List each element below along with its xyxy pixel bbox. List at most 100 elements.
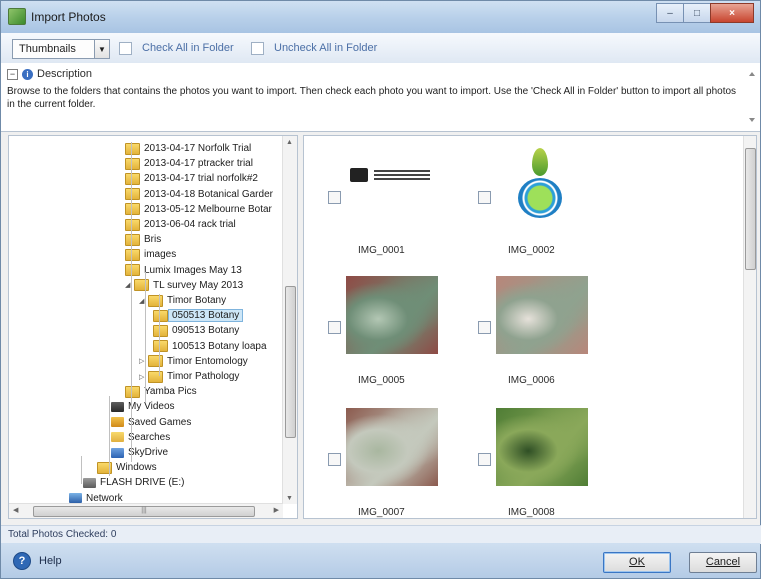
description-header[interactable]: − i Description xyxy=(7,66,92,82)
photo-thumbnail[interactable] xyxy=(346,146,438,224)
tree-item-label: Timor Pathology xyxy=(167,371,240,382)
toolbar: Thumbnails ▼ Check All in Folder Uncheck… xyxy=(1,33,760,64)
photo-item[interactable]: IMG_0001 xyxy=(304,146,454,266)
tree-item[interactable]: 2013-04-18 Botanical Garder xyxy=(125,188,273,201)
import-photos-app-icon xyxy=(8,8,26,25)
view-mode-select[interactable]: Thumbnails ▼ xyxy=(12,39,110,59)
folder-tree-scroll-thumb[interactable] xyxy=(285,286,296,438)
tree-item[interactable]: ▷ Timor Entomology xyxy=(139,355,248,368)
tree-connector-line xyxy=(109,396,110,476)
info-icon: i xyxy=(22,68,33,80)
tree-item[interactable]: 100513 Botany loapa xyxy=(153,340,267,353)
photo-item[interactable]: IMG_0008 xyxy=(454,408,604,518)
folder-icon xyxy=(125,233,140,246)
tree-item-label: FLASH DRIVE (E:) xyxy=(100,477,185,489)
description-scrollbar[interactable] xyxy=(747,67,757,127)
drive-icon xyxy=(83,477,96,488)
logo-text-lines xyxy=(374,170,430,180)
tree-item[interactable]: ◢ Timor Botany xyxy=(139,294,226,307)
tree-item[interactable]: Searches xyxy=(111,431,170,444)
photo-thumbnail[interactable] xyxy=(346,276,438,354)
photo-thumbnail[interactable] xyxy=(496,146,588,224)
photo-thumbnail[interactable] xyxy=(496,276,588,354)
photo-grid: IMG_0001 IMG_0002 IMG_0005 IMG_0006 IMG_0007… xyxy=(303,135,757,519)
cloud-icon xyxy=(111,447,124,458)
description-text: Browse to the folders that contains the … xyxy=(7,86,737,110)
photo-grid-scrollbar[interactable] xyxy=(743,136,756,518)
search-folder-icon xyxy=(111,432,124,443)
scroll-left-icon[interactable]: ◀ xyxy=(13,506,18,514)
tree-item[interactable]: FLASH DRIVE (E:) xyxy=(83,476,184,489)
folder-icon xyxy=(153,324,168,337)
dialog-footer: ? Help OK Cancel xyxy=(1,543,760,578)
tree-item[interactable]: Yamba Pics xyxy=(125,385,197,398)
tree-item[interactable]: ◢ TL survey May 2013 xyxy=(125,279,243,292)
photo-checkbox[interactable] xyxy=(328,191,341,204)
help-button[interactable]: ? Help xyxy=(13,551,62,571)
unchecked-box-icon xyxy=(251,41,264,55)
photo-checkbox[interactable] xyxy=(478,321,491,334)
tree-connector-line xyxy=(145,272,146,402)
photo-checkbox[interactable] xyxy=(478,453,491,466)
tree-item-label: 2013-05-12 Melbourne Botar xyxy=(144,203,272,215)
close-icon[interactable]: × xyxy=(710,3,754,23)
photo-filename: IMG_0006 xyxy=(508,375,555,386)
ok-button[interactable]: OK xyxy=(603,552,671,573)
tree-item[interactable]: SkyDrive xyxy=(111,446,168,459)
tree-item[interactable]: 2013-04-17 Norfolk Trial xyxy=(125,142,251,155)
tree-item[interactable]: 2013-04-17 ptracker trial xyxy=(125,157,253,170)
photo-item[interactable]: IMG_0006 xyxy=(454,276,604,396)
tree-item[interactable]: Saved Games xyxy=(111,416,191,429)
photo-checkbox[interactable] xyxy=(478,191,491,204)
photo-filename: IMG_0005 xyxy=(358,375,405,386)
tree-item[interactable]: 2013-06-04 rack trial xyxy=(125,218,236,231)
tree-item[interactable]: 090513 Botany xyxy=(153,324,239,337)
photo-checkbox[interactable] xyxy=(328,321,341,334)
photo-item[interactable]: IMG_0005 xyxy=(304,276,454,396)
scroll-right-icon[interactable]: ▶ xyxy=(274,506,279,514)
coat-of-arms-logo xyxy=(350,168,368,182)
folder-tree-vertical-scrollbar[interactable]: ▲ ▼ xyxy=(282,136,297,504)
scroll-up-icon[interactable]: ▲ xyxy=(286,139,293,146)
folder-tree-horizontal-scrollbar[interactable]: ◀ ||| ▶ xyxy=(9,503,283,518)
photo-checkbox[interactable] xyxy=(328,453,341,466)
photo-item[interactable]: IMG_0002 xyxy=(454,146,604,266)
photo-thumbnail[interactable] xyxy=(496,408,588,486)
help-icon: ? xyxy=(13,552,31,570)
tree-item-label: My Videos xyxy=(128,401,175,413)
tree-item[interactable]: My Videos xyxy=(111,400,175,413)
photo-filename: IMG_0007 xyxy=(358,507,405,518)
photo-grid-scroll-thumb[interactable] xyxy=(745,148,756,270)
tree-item[interactable]: 2013-05-12 Melbourne Botar xyxy=(125,203,272,216)
folder-icon xyxy=(153,340,168,353)
window-title: Import Photos xyxy=(31,10,106,24)
description-title: Description xyxy=(37,68,93,80)
folder-tree-hscroll-thumb[interactable]: ||| xyxy=(33,506,255,517)
folder-icon xyxy=(153,309,168,322)
photo-item[interactable]: IMG_0007 xyxy=(304,408,454,518)
photo-thumbnail[interactable] xyxy=(346,408,438,486)
tree-item-label: 050513 Botany xyxy=(168,309,244,323)
tree-item[interactable]: ▷ Timor Pathology xyxy=(139,370,239,383)
uncheck-all-in-folder-button[interactable]: Uncheck All in Folder xyxy=(251,39,377,57)
minimize-icon[interactable]: – xyxy=(656,3,684,23)
tree-item[interactable]: 2013-04-17 trial norfolk#2 xyxy=(125,172,258,185)
scroll-down-icon[interactable]: ▼ xyxy=(286,495,293,502)
tree-item[interactable]: Windows xyxy=(97,461,157,474)
tree-item[interactable]: Lumix Images May 13 xyxy=(125,264,242,277)
folder-icon xyxy=(125,218,140,231)
tree-item[interactable]: 050513 Botany xyxy=(153,309,244,323)
tree-item-label: 2013-04-17 Norfolk Trial xyxy=(144,143,252,154)
tree-item-label: 100513 Botany loapa xyxy=(172,340,267,352)
tree-item[interactable]: images xyxy=(125,248,176,261)
tree-item-label: 2013-04-17 ptracker trial xyxy=(144,158,253,170)
title-bar[interactable]: Import Photos – □ × xyxy=(1,1,760,33)
chevron-down-icon[interactable]: ▼ xyxy=(94,40,109,58)
tree-item-label: Searches xyxy=(128,431,171,443)
collapse-icon[interactable]: − xyxy=(7,68,18,80)
cancel-button[interactable]: Cancel xyxy=(689,552,757,573)
check-all-in-folder-button[interactable]: Check All in Folder xyxy=(119,39,234,57)
tree-item-label: Timor Botany xyxy=(167,295,227,306)
tree-item-label: Yamba Pics xyxy=(144,386,197,398)
maximize-icon[interactable]: □ xyxy=(683,3,711,23)
